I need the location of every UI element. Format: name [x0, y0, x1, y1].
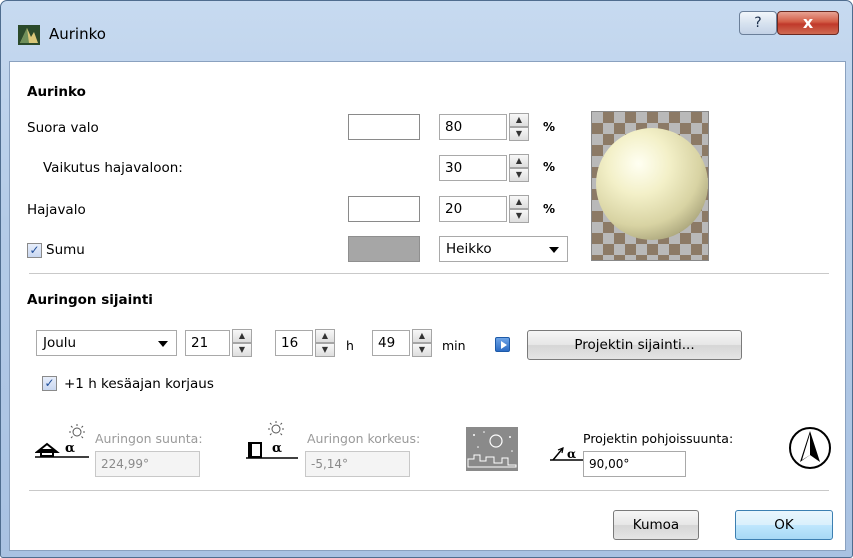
dialog-window: Aurinko ? x Aurinko Suora valo 80 ▲ ▼ % V…: [0, 0, 853, 558]
diffuse-effect-label: Vaikutus hajavaloon:: [43, 160, 183, 176]
section-divider: [29, 273, 829, 274]
spin-up-icon[interactable]: ▲: [315, 329, 335, 343]
day-stepper[interactable]: ▲ ▼: [232, 329, 252, 357]
dst-checkbox[interactable]: ✓: [42, 376, 57, 391]
sun-altitude-icon: α: [246, 421, 298, 459]
minute-field[interactable]: 49: [372, 330, 410, 356]
hour-unit: h: [346, 338, 354, 353]
direct-light-label: Suora valo: [27, 120, 99, 136]
sun-preview-image: [591, 111, 709, 261]
spin-up-icon[interactable]: ▲: [509, 113, 529, 127]
spin-down-icon[interactable]: ▼: [412, 343, 432, 357]
compass-icon[interactable]: [788, 426, 832, 470]
ambient-light-unit: %: [543, 202, 556, 216]
diffuse-effect-stepper[interactable]: ▲ ▼: [509, 154, 529, 182]
hour-field[interactable]: 16: [275, 330, 313, 356]
north-label: Projektin pohjoissuunta:: [583, 431, 734, 446]
footer-divider: [29, 490, 829, 491]
north-angle-icon: α: [550, 447, 584, 461]
sun-heading: Aurinko: [27, 84, 86, 100]
spin-up-icon[interactable]: ▲: [509, 154, 529, 168]
chevron-down-icon: [158, 341, 168, 347]
fog-density-select[interactable]: Heikko: [439, 236, 568, 262]
sun-azimuth-icon: α: [35, 424, 89, 458]
svg-text:α: α: [65, 441, 75, 456]
ambient-light-stepper[interactable]: ▲ ▼: [509, 195, 529, 223]
chevron-down-icon: [549, 247, 559, 253]
play-icon[interactable]: [495, 337, 510, 352]
spin-down-icon[interactable]: ▼: [509, 127, 529, 141]
app-icon: [18, 25, 40, 45]
svg-text:α: α: [272, 441, 282, 456]
day-field[interactable]: 21: [185, 330, 230, 356]
diffuse-effect-field[interactable]: 30: [439, 155, 507, 181]
azimuth-field: 224,99°: [95, 451, 200, 477]
azimuth-label: Auringon suunta:: [95, 431, 203, 446]
minute-stepper[interactable]: ▲ ▼: [412, 329, 432, 357]
spin-down-icon[interactable]: ▼: [509, 168, 529, 182]
diffuse-effect-unit: %: [543, 160, 556, 174]
spin-up-icon[interactable]: ▲: [412, 329, 432, 343]
close-button[interactable]: x: [777, 11, 839, 35]
direct-light-field[interactable]: 80: [439, 114, 507, 140]
ambient-light-color-swatch[interactable]: [348, 196, 420, 222]
direct-light-stepper[interactable]: ▲ ▼: [509, 113, 529, 141]
svg-text:α: α: [567, 447, 576, 461]
direct-light-unit: %: [543, 120, 556, 134]
window-title: Aurinko: [49, 25, 106, 43]
north-field[interactable]: 90,00°: [583, 451, 686, 477]
ambient-light-field[interactable]: 20: [439, 196, 507, 222]
ambient-light-label: Hajavalo: [27, 202, 86, 218]
ok-button[interactable]: OK: [735, 510, 833, 540]
spin-up-icon[interactable]: ▲: [232, 329, 252, 343]
spin-down-icon[interactable]: ▼: [509, 209, 529, 223]
spin-down-icon[interactable]: ▼: [232, 343, 252, 357]
minute-unit: min: [442, 338, 466, 353]
help-button[interactable]: ?: [739, 11, 777, 35]
title-bar[interactable]: Aurinko ? x: [1, 1, 852, 51]
spin-up-icon[interactable]: ▲: [509, 195, 529, 209]
cancel-button[interactable]: Kumoa: [613, 510, 699, 540]
preview-sphere: [596, 128, 708, 240]
position-heading: Auringon sijainti: [27, 292, 153, 308]
dst-label: +1 h kesäajan korjaus: [64, 376, 214, 392]
altitude-field: -5,14°: [305, 451, 410, 477]
dialog-body: Aurinko Suora valo 80 ▲ ▼ % Vaikutus haja…: [9, 61, 846, 551]
fog-checkbox[interactable]: ✓: [27, 243, 42, 258]
direct-light-color-swatch[interactable]: [348, 114, 420, 140]
hour-stepper[interactable]: ▲ ▼: [315, 329, 335, 357]
night-sky-icon: [466, 427, 518, 471]
altitude-label: Auringon korkeus:: [307, 431, 421, 446]
fog-density-value: Heikko: [446, 241, 492, 257]
spin-down-icon[interactable]: ▼: [315, 343, 335, 357]
fog-color-swatch[interactable]: [348, 236, 420, 262]
project-location-button[interactable]: Projektin sijainti...: [527, 330, 742, 360]
fog-label: Sumu: [46, 242, 85, 258]
month-value: Joulu: [43, 335, 77, 351]
month-select[interactable]: Joulu: [36, 330, 177, 356]
